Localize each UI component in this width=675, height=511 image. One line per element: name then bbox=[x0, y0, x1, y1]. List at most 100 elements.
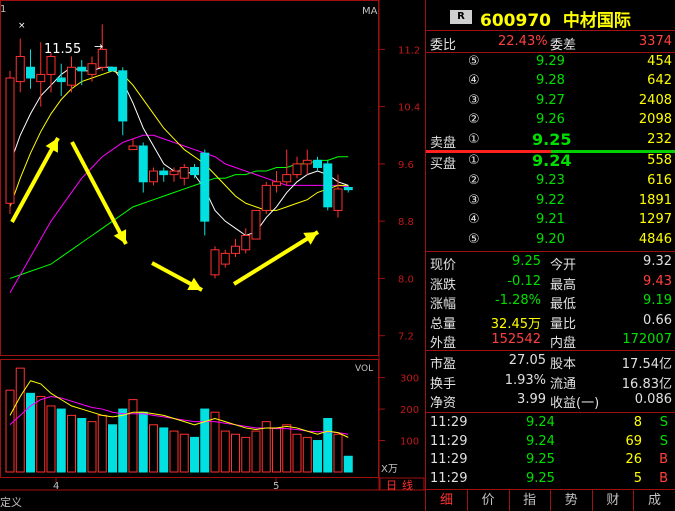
level-bid-2: ③ bbox=[468, 192, 480, 208]
panel-tabs: 细价指势财成 bbox=[426, 490, 675, 511]
top-left-label: 1 bbox=[0, 4, 6, 15]
fund-value: 16.83亿 bbox=[621, 376, 672, 392]
kline-svg[interactable]: 11.2 10.4 9.6 8.8 8.0 7.2 MA 1 11.55 → × 300 200 100 V… bbox=[0, 0, 425, 511]
panel-tab-2[interactable]: 指 bbox=[509, 490, 552, 511]
tick-volume: 69 bbox=[625, 433, 642, 449]
level-bid-0: ① bbox=[468, 153, 480, 168]
bid-row[interactable]: ② 9.23 616 bbox=[426, 172, 675, 191]
quote-label: 总量 bbox=[430, 316, 457, 332]
bid-price: 9.23 bbox=[536, 172, 565, 188]
annotation-arrow-up-1 bbox=[10, 137, 60, 223]
ask-row[interactable]: ② 9.26 2098 bbox=[426, 111, 675, 130]
weibi-value: 22.43% bbox=[498, 34, 548, 49]
vol-axis-label: 300 bbox=[400, 374, 419, 385]
quote-label: 最高 bbox=[550, 277, 577, 293]
candle-body bbox=[26, 66, 35, 79]
bid-price: 9.20 bbox=[536, 232, 565, 248]
level-ask-4: ① bbox=[468, 131, 480, 147]
quote-label: 最低 bbox=[550, 297, 577, 312]
quote-row: 涨幅 -1.28% 最低 9.19 bbox=[426, 292, 675, 312]
level-bid-1: ② bbox=[468, 172, 480, 188]
volume-bar bbox=[272, 427, 281, 473]
vol-label: VOL bbox=[355, 364, 373, 374]
fund-row: 净资 3.99 收益(一) 0.086 bbox=[426, 391, 675, 411]
ask-row[interactable]: ④ 9.28 642 bbox=[426, 72, 675, 91]
bid-price: 9.22 bbox=[536, 192, 565, 208]
tick-volume: 8 bbox=[633, 415, 642, 430]
panel-tab-5[interactable]: 成 bbox=[634, 490, 675, 511]
candle-body bbox=[343, 187, 353, 191]
ask-price: 9.29 bbox=[536, 54, 565, 69]
quote-label: 现价 bbox=[430, 258, 457, 273]
tick-row[interactable]: 11:29 9.24 69 S bbox=[426, 433, 675, 452]
tick-row[interactable]: 11:29 9.25 26 B bbox=[426, 451, 675, 470]
high-annotation: 11.55 bbox=[44, 42, 81, 57]
candle-body bbox=[231, 245, 240, 254]
high-arrow-icon: → bbox=[94, 40, 103, 53]
candle-body bbox=[128, 145, 138, 151]
quote-label: 涨跌 bbox=[430, 277, 457, 293]
fund-label: 市盈 bbox=[430, 357, 457, 372]
tick-time: 11:29 bbox=[430, 452, 468, 467]
candle-body bbox=[138, 145, 148, 183]
tick-side: S bbox=[659, 433, 668, 449]
level-bid-4: ⑤ bbox=[468, 232, 480, 248]
bid-volume: 4846 bbox=[638, 232, 672, 248]
price-axis-label: 8.8 bbox=[398, 217, 414, 228]
bid-row[interactable]: ④ 9.21 1297 bbox=[426, 211, 675, 230]
vol-axis-label: 200 bbox=[400, 405, 419, 416]
bid-label: 买盘 bbox=[430, 157, 457, 172]
bid-volume: 616 bbox=[647, 172, 672, 188]
tick-price: 9.24 bbox=[526, 415, 555, 430]
volume-bar bbox=[292, 433, 302, 473]
bid-volume: 1297 bbox=[638, 212, 672, 228]
quote-value: 9.43 bbox=[643, 273, 672, 289]
fund-value: 27.05 bbox=[508, 353, 546, 368]
ask-row[interactable]: 卖盘 ① 9.25 232 bbox=[426, 130, 675, 151]
tick-time: 11:29 bbox=[430, 470, 468, 486]
bid-row[interactable]: ⑤ 9.20 4846 bbox=[426, 231, 675, 250]
r-badge: R bbox=[450, 10, 472, 24]
panel-tab-1[interactable]: 价 bbox=[468, 490, 510, 511]
tick-side: B bbox=[659, 452, 668, 467]
candle-body bbox=[179, 166, 189, 179]
ask-price: 9.28 bbox=[536, 73, 565, 89]
panel-tab-3[interactable]: 势 bbox=[551, 490, 593, 511]
volume-bar bbox=[251, 430, 261, 473]
quote-row: 现价 9.25 今开 9.32 bbox=[426, 253, 675, 273]
candle-body bbox=[118, 70, 128, 122]
ask-row[interactable]: ③ 9.27 2408 bbox=[426, 92, 675, 111]
volume-bar bbox=[26, 392, 35, 473]
quote-value: -1.28% bbox=[495, 293, 541, 308]
bid-row[interactable]: ③ 9.22 1891 bbox=[426, 192, 675, 211]
level-ask-3: ② bbox=[468, 112, 480, 128]
candle-body bbox=[36, 73, 46, 83]
ma20-line bbox=[9, 134, 349, 293]
tick-row[interactable]: 11:29 9.24 8 S bbox=[426, 414, 675, 433]
price-axis-label: 8.0 bbox=[398, 274, 414, 285]
quote-value: 172007 bbox=[622, 332, 672, 347]
tick-row[interactable]: 11:29 9.25 5 B bbox=[426, 470, 675, 489]
price-axis-label: 9.6 bbox=[398, 160, 414, 171]
volume-bar bbox=[313, 440, 322, 473]
candle-body bbox=[67, 66, 76, 86]
tick-time: 11:29 bbox=[430, 415, 468, 430]
ask-price: 9.26 bbox=[536, 112, 565, 128]
quote-label: 量比 bbox=[550, 316, 577, 332]
fund-label: 流通 bbox=[550, 376, 577, 392]
custom-label[interactable]: 定义 bbox=[0, 494, 22, 510]
candle-body bbox=[169, 170, 179, 176]
quote-row: 总量 32.45万 量比 0.66 bbox=[426, 312, 675, 332]
kline-chart[interactable]: 11.2 10.4 9.6 8.8 8.0 7.2 MA 1 11.55 → × 300 200 100 V… bbox=[0, 0, 425, 511]
fund-label: 股本 bbox=[550, 357, 577, 372]
panel-tab-0[interactable]: 细 bbox=[426, 490, 468, 511]
panel-tab-4[interactable]: 财 bbox=[592, 490, 635, 511]
weicha-value: 3374 bbox=[638, 34, 672, 49]
bid-row[interactable]: 买盘 ① 9.24 558 bbox=[426, 151, 675, 172]
level-bid-3: ④ bbox=[468, 212, 480, 228]
ask-price: 9.27 bbox=[536, 92, 565, 108]
volume-bar bbox=[36, 395, 46, 473]
ask-row[interactable]: ⑤ 9.29 454 bbox=[426, 53, 675, 72]
volume-bar bbox=[169, 430, 179, 473]
candle-body bbox=[56, 77, 66, 83]
